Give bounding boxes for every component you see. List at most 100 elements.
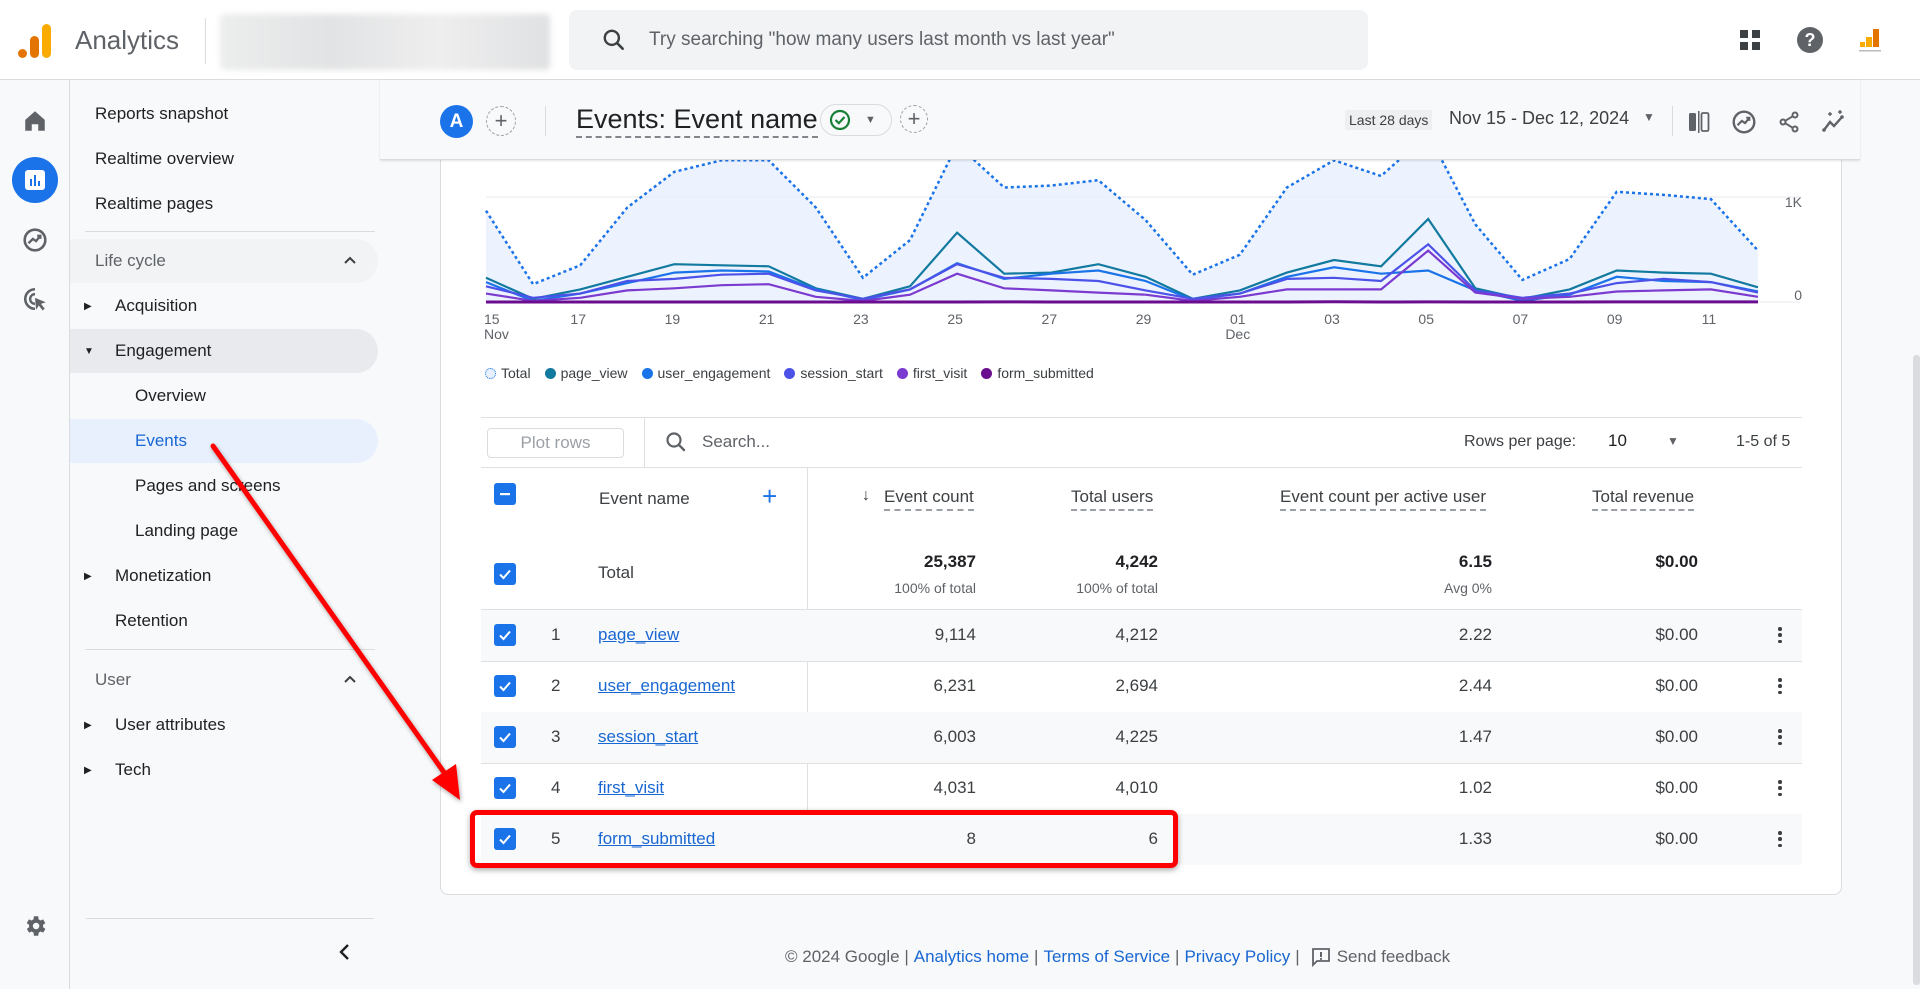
table-search-input[interactable]: Search... xyxy=(664,430,770,454)
home-icon[interactable] xyxy=(12,98,58,144)
caret-right-icon: ▶ xyxy=(84,300,92,312)
event-name-link[interactable]: user_engagement xyxy=(598,676,735,696)
navigation-rail xyxy=(0,80,70,989)
nav-label: Overview xyxy=(135,386,206,405)
date-range[interactable]: Nov 15 - Dec 12, 2024 xyxy=(1449,108,1629,129)
event-name-link[interactable]: page_view xyxy=(598,625,679,645)
sidebar-item-user-attributes[interactable]: ▶ User attributes xyxy=(70,703,378,747)
advertising-icon[interactable] xyxy=(12,276,58,322)
account-selector[interactable] xyxy=(220,14,550,70)
event-name-link[interactable]: session_start xyxy=(598,727,698,747)
page-scrollbar[interactable] xyxy=(1913,355,1920,985)
row-checkbox[interactable] xyxy=(494,726,516,748)
event-name-link[interactable]: first_visit xyxy=(598,778,664,798)
column-header-event-name[interactable]: Event name xyxy=(599,489,690,509)
sidebar-item-realtime-pages[interactable]: Realtime pages xyxy=(70,182,378,226)
sidebar-item-landing-page[interactable]: Landing page xyxy=(70,509,378,553)
legend-item-page-view[interactable]: page_view xyxy=(544,365,628,381)
account-avatar-icon[interactable] xyxy=(1854,24,1886,56)
report-status-chip[interactable]: ▼ xyxy=(820,104,892,136)
anomaly-insights-icon[interactable] xyxy=(1820,108,1848,136)
rows-per-page-select[interactable]: 10 xyxy=(1608,431,1627,451)
analytics-logo-icon[interactable] xyxy=(18,22,52,58)
cell-revenue: $0.00 xyxy=(1655,829,1698,848)
collapse-nav-button[interactable] xyxy=(333,940,357,964)
sidebar-item-retention[interactable]: Retention xyxy=(70,599,378,643)
date-preset-label[interactable]: Last 28 days xyxy=(1345,110,1433,130)
sidebar-item-pages-and-screens[interactable]: Pages and screens xyxy=(70,464,378,508)
sidebar-section-life-cycle[interactable]: Life cycle xyxy=(70,239,378,283)
highlight-box xyxy=(470,810,1178,868)
row-checkbox[interactable] xyxy=(494,675,516,697)
legend-item-session-start[interactable]: session_start xyxy=(784,365,883,381)
column-header-total-revenue[interactable]: Total revenue xyxy=(1592,487,1695,511)
add-dimension-icon[interactable]: + xyxy=(762,481,777,512)
row-rank: 3 xyxy=(551,727,561,746)
plot-rows-button[interactable]: Plot rows xyxy=(487,428,624,458)
cell-event-count-per-user: 2.22 xyxy=(1458,625,1492,644)
nav-divider xyxy=(86,918,374,919)
x-tick-sublabel: Nov xyxy=(484,326,509,342)
total-event-count-per-user: 6.15 xyxy=(1458,552,1492,571)
row-more-icon[interactable] xyxy=(1774,778,1786,798)
compare-icon[interactable] xyxy=(1685,108,1713,136)
total-checkbox[interactable] xyxy=(494,563,516,585)
copyright: © 2024 Google | xyxy=(785,947,909,966)
legend-item-form-submitted[interactable]: form_submitted xyxy=(981,365,1094,381)
legend-label: form_submitted xyxy=(997,365,1094,381)
row-checkbox[interactable] xyxy=(494,624,516,646)
search-input[interactable]: Try searching "how many users last month… xyxy=(569,10,1368,70)
sidebar-item-events[interactable]: Events xyxy=(70,419,378,463)
sidebar-item-acquisition[interactable]: ▶ Acquisition xyxy=(70,284,378,328)
comparison-avatar[interactable]: A xyxy=(440,105,473,138)
row-checkbox[interactable] xyxy=(494,777,516,799)
sidebar-section-user[interactable]: User xyxy=(70,658,378,702)
legend-item-user-engagement[interactable]: user_engagement xyxy=(641,365,770,381)
select-all-checkbox[interactable] xyxy=(494,483,516,505)
apps-grid-icon[interactable] xyxy=(1734,24,1766,56)
rows-per-page-label: Rows per page: xyxy=(1464,433,1577,450)
terms-of-service-link[interactable]: Terms of Service xyxy=(1043,947,1170,967)
section-label: Life cycle xyxy=(95,251,166,270)
send-feedback-button[interactable]: Send feedback xyxy=(1311,947,1450,967)
chevron-up-icon xyxy=(344,256,356,264)
total-label: Total xyxy=(598,563,634,582)
x-tick-label: 21 xyxy=(759,311,775,327)
analytics-home-link[interactable]: Analytics home xyxy=(914,947,1029,967)
add-filter-button[interactable]: + xyxy=(900,105,928,133)
row-more-icon[interactable] xyxy=(1774,829,1786,849)
legend-label: page_view xyxy=(560,365,628,381)
separator: | xyxy=(1034,947,1039,966)
sidebar-item-monetization[interactable]: ▶ Monetization xyxy=(70,554,378,598)
page-title[interactable]: Events: Event name xyxy=(576,104,818,138)
sidebar-item-engagement[interactable]: ▼ Engagement xyxy=(70,329,378,373)
column-header-total-users[interactable]: Total users xyxy=(1071,487,1154,511)
footer: © 2024 Google | Analytics home | Terms o… xyxy=(785,947,1450,967)
add-comparison-button[interactable]: + xyxy=(486,106,516,136)
legend-item-first-visit[interactable]: first_visit xyxy=(896,365,967,381)
sidebar-item-tech[interactable]: ▶ Tech xyxy=(70,748,378,792)
sidebar-item-overview[interactable]: Overview xyxy=(70,374,378,418)
sidebar-item-reports-snapshot[interactable]: Reports snapshot xyxy=(70,92,378,136)
settings-icon[interactable] xyxy=(12,903,58,949)
explore-icon[interactable] xyxy=(12,217,58,263)
row-more-icon[interactable] xyxy=(1774,676,1786,696)
row-more-icon[interactable] xyxy=(1774,625,1786,645)
divider xyxy=(205,18,206,64)
share-icon[interactable] xyxy=(1775,108,1803,136)
reports-nav: Reports snapshot Realtime overview Realt… xyxy=(70,80,380,989)
sort-descending-icon[interactable]: ↓ xyxy=(862,487,870,505)
privacy-policy-link[interactable]: Privacy Policy xyxy=(1184,947,1290,967)
caret-down-icon[interactable]: ▼ xyxy=(1643,110,1655,124)
legend-item-Total[interactable]: Total xyxy=(485,365,531,381)
reports-icon[interactable] xyxy=(12,157,58,203)
feedback-label: Send feedback xyxy=(1336,947,1451,966)
help-icon[interactable]: ? xyxy=(1794,24,1826,56)
sidebar-item-realtime-overview[interactable]: Realtime overview xyxy=(70,137,378,181)
column-header-event-count[interactable]: Event count xyxy=(884,487,974,511)
column-header-event-count-per-active-user[interactable]: Event count per active user xyxy=(1280,487,1487,511)
row-more-icon[interactable] xyxy=(1774,727,1786,747)
insights-icon[interactable] xyxy=(1730,108,1758,136)
legend-swatch xyxy=(544,367,556,379)
caret-down-icon[interactable]: ▼ xyxy=(1667,434,1679,448)
